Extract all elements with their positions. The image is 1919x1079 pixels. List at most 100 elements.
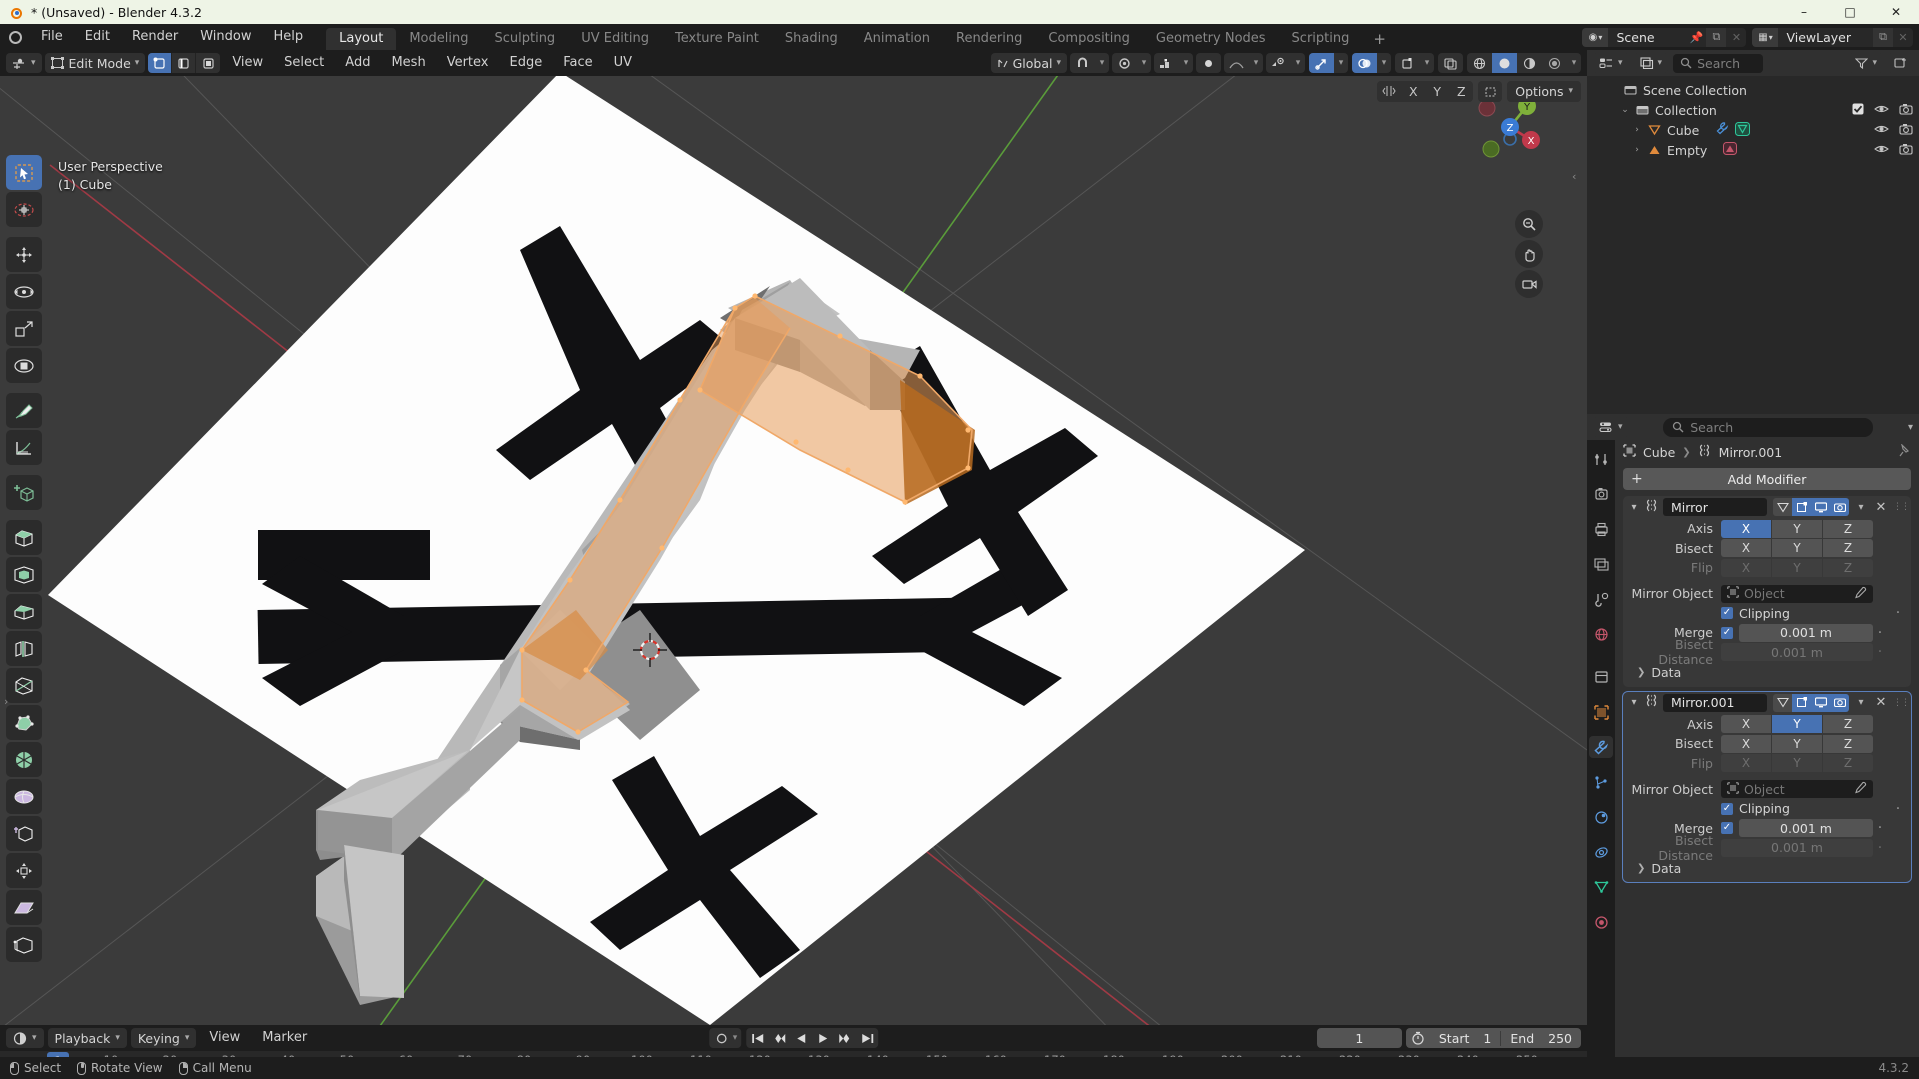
clipping-checkbox[interactable]: ✓ [1721,607,1733,619]
modifier-card-mirror-001[interactable]: ▾ Mirror.001 ▾ ✕ ⋮⋮ Axis X Y Z Bisect X … [1622,690,1912,883]
axis-z-toggle[interactable]: Z [1823,715,1873,733]
tool-scale[interactable] [6,311,42,346]
merge-value-field[interactable]: 0.001 m [1739,819,1873,837]
workspace-tab-modeling[interactable]: Modeling [396,28,481,50]
tool-select-box[interactable] [6,192,42,227]
properties-search-input[interactable]: Search [1663,417,1874,437]
play-button[interactable] [812,1028,834,1048]
breadcrumb-modifier-label[interactable]: Mirror.001 [1719,445,1783,460]
bisect-z-toggle[interactable]: Z [1823,734,1873,753]
modifier-delete-icon[interactable]: ✕ [1873,695,1889,710]
show-in-viewport-icon[interactable] [1811,498,1830,516]
sidebar-expand-arrow-icon[interactable]: ‹ [1572,170,1576,183]
tool-rotate[interactable] [6,274,42,309]
workspace-tab-geometry-nodes[interactable]: Geometry Nodes [1143,28,1279,50]
face-select-mode-icon[interactable] [196,53,221,73]
bisect-z-toggle[interactable]: Z [1823,539,1873,557]
uv-mirror-icon[interactable] [1478,81,1502,102]
outliner-row-scene-collection[interactable]: Scene Collection [1587,80,1919,100]
merge-value-field[interactable]: 0.001 m [1739,623,1873,642]
collection-checkbox[interactable] [1852,103,1864,118]
mirror-axis-group[interactable]: X Y Z [1377,80,1474,102]
viewport-shading-group[interactable]: ▾ [1467,53,1581,73]
mirror-data-section[interactable]: ❯ Data [1623,663,1911,683]
shading-rendered-icon[interactable] [1542,53,1567,73]
minimize-button[interactable]: – [1781,0,1827,24]
tool-smooth[interactable] [6,779,42,814]
xray-icon[interactable] [1395,53,1420,73]
current-frame-field[interactable]: 1 [1316,1028,1402,1048]
jump-to-next-keyframe-button[interactable] [834,1028,856,1048]
empty-camera-icon[interactable] [1899,143,1913,158]
pan-view-button[interactable] [1515,240,1543,268]
tool-rip-region[interactable] [6,927,42,962]
properties-panel[interactable]: Cube ❯ Mirror.001 + Add Modifier ▾ Mirro… [1615,440,1919,1079]
shading-solid-icon[interactable] [1492,53,1517,73]
render-preview-button[interactable] [1438,53,1463,73]
show-in-editmode-icon[interactable] [1792,498,1811,516]
viewport-menu-mesh[interactable]: Mesh [382,50,434,76]
flip-y-toggle[interactable]: Y [1772,558,1822,577]
merge-checkbox[interactable]: ✓ [1721,822,1733,834]
tab-material[interactable] [1589,911,1613,933]
jump-to-start-button[interactable] [746,1028,768,1048]
workspace-tab-rendering[interactable]: Rendering [943,28,1035,50]
axis-x-toggle[interactable]: X [1721,519,1771,538]
workspace-tab-animation[interactable]: Animation [851,28,943,50]
flip-y-toggle[interactable]: Y [1772,754,1822,772]
object-type-visibility[interactable]: ▾ [1266,53,1305,73]
wrench-icon[interactable] [1715,122,1729,138]
add-modifier-button[interactable]: + Add Modifier [1623,468,1911,490]
mirror-axis-z[interactable]: Z [1449,81,1473,102]
show-on-cage-icon[interactable] [1773,693,1792,712]
outliner-tree[interactable]: Scene Collection ⌄ Collection › Cube › E… [1587,76,1919,414]
mirror-object-field[interactable]: Object [1721,584,1873,603]
tool-measure[interactable] [6,430,42,465]
render-preview-icon[interactable] [1438,53,1463,73]
show-in-editmode-icon[interactable] [1792,693,1811,712]
outliner-twisty-cube[interactable]: › [1629,125,1645,135]
tool-shrink-fatten[interactable] [6,853,42,888]
proportional-falloff-selector[interactable]: ▾ [1154,53,1193,73]
mode-selector[interactable]: Edit Mode ▾ [44,53,146,73]
mesh-select-mode-group[interactable] [148,53,221,73]
outliner-new-collection-button[interactable] [1888,53,1913,73]
axis-y-toggle[interactable]: Y [1772,715,1822,733]
bisect-distance-field[interactable]: 0.001 m [1721,643,1873,661]
proportional-editing-toggle[interactable]: ▾ [1112,53,1151,73]
outliner-row-cube[interactable]: › Cube [1587,120,1919,140]
keying-popover-button[interactable]: Keying ▾ [130,1028,197,1048]
mesh-data-icon[interactable] [1735,121,1751,139]
show-overlays-toggle[interactable]: ▾ [1352,53,1391,73]
outliner-search-input[interactable]: Search [1673,53,1764,73]
tool-shear[interactable] [6,890,42,925]
viewport-menu-uv[interactable]: UV [605,50,641,76]
edge-select-mode-icon[interactable] [172,53,197,73]
show-gizmo-toggle[interactable]: ▾ [1309,53,1348,73]
outliner-display-mode-button[interactable]: ▾ [1633,53,1669,73]
cube-eye-icon[interactable] [1874,123,1889,138]
empty-data-icon[interactable] [1723,142,1738,158]
viewport-menu-face[interactable]: Face [554,50,601,76]
bisect-distance-animate-dot-icon[interactable]: · [1873,841,1887,855]
close-button[interactable]: ✕ [1873,0,1919,24]
tool-spin[interactable] [6,742,42,777]
outliner-filter-button[interactable]: ▾ [1849,53,1883,73]
outliner-row-empty[interactable]: › Empty [1587,140,1919,160]
vertex-select-mode-icon[interactable] [148,53,173,73]
bisect-x-toggle[interactable]: X [1721,539,1771,557]
modifier-extras-menu-icon[interactable]: ▾ [1853,697,1869,708]
tab-tool[interactable] [1589,448,1613,470]
data-expand-chevron-icon[interactable]: ❯ [1637,863,1645,874]
collection-camera-icon[interactable] [1899,103,1913,118]
mirror-options[interactable] [1196,53,1221,73]
tab-view-layer[interactable] [1589,553,1613,575]
tool-loop-cut[interactable] [6,631,42,666]
properties-options-chevron-icon[interactable]: ▾ [1908,422,1913,433]
tab-scene[interactable] [1589,588,1613,610]
use-preview-range-icon[interactable] [1406,1031,1430,1045]
jump-to-end-button[interactable] [856,1028,878,1048]
xray-toggle[interactable]: ▾ [1395,53,1434,73]
tab-collection[interactable] [1589,666,1613,688]
workspace-tab-layout[interactable]: Layout [326,28,397,50]
